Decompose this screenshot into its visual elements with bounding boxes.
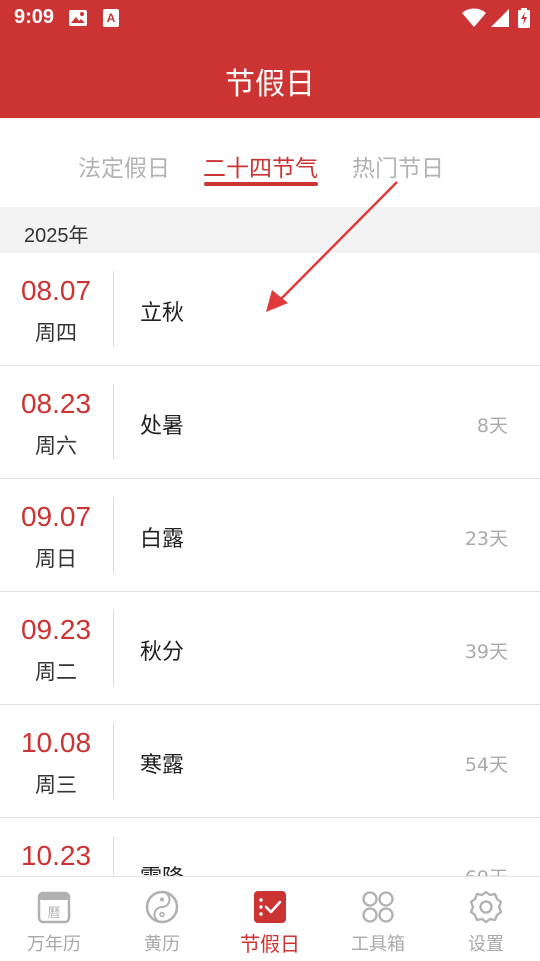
signal-icon xyxy=(490,8,510,32)
solar-term-list[interactable]: 08.07 周四 立秋 08.23 周六 处暑 8天 09.07 周日 白露 2… xyxy=(0,253,540,877)
item-divider xyxy=(113,610,114,686)
app-bar: 节假日 xyxy=(0,36,540,118)
font-notification-icon: A xyxy=(102,8,120,32)
nav-label: 万年历 xyxy=(27,934,81,955)
list-item[interactable]: 09.23 周二 秋分 39天 xyxy=(0,592,540,705)
holiday-checklist-icon xyxy=(253,890,287,924)
tab-popular-festivals[interactable]: 热门节日 xyxy=(352,149,444,183)
year-section-header: 2025年 xyxy=(0,207,540,253)
item-date: 09.07 xyxy=(20,501,92,532)
item-days-until: 8天 xyxy=(476,415,508,437)
item-name: 霜降 xyxy=(140,860,184,877)
page-title: 节假日 xyxy=(225,67,315,102)
item-divider xyxy=(113,723,114,799)
nav-label: 设置 xyxy=(468,934,504,955)
status-bar: 9:09 A xyxy=(0,0,540,36)
nav-label: 黄历 xyxy=(144,934,180,955)
item-date: 09.23 xyxy=(20,614,92,645)
item-divider xyxy=(113,271,114,347)
nav-toolbox[interactable]: 工具箱 xyxy=(324,877,432,961)
list-item[interactable]: 10.08 周三 寒露 54天 xyxy=(0,705,540,818)
item-days-until: 69天 xyxy=(465,863,508,877)
nav-label: 节假日 xyxy=(240,932,300,956)
svg-text:曆: 曆 xyxy=(47,906,60,921)
item-date: 10.08 xyxy=(20,727,92,758)
tab-solar-terms[interactable]: 二十四节气 xyxy=(203,149,318,183)
list-item[interactable]: 10.23 霜降 69天 xyxy=(0,818,540,877)
nav-almanac[interactable]: 黄历 xyxy=(108,877,216,961)
item-divider xyxy=(113,836,114,877)
nav-holidays[interactable]: 节假日 xyxy=(216,877,324,961)
item-date: 08.07 xyxy=(20,275,92,306)
list-item[interactable]: 08.07 周四 立秋 xyxy=(0,253,540,366)
item-divider xyxy=(113,384,114,460)
item-weekday: 周三 xyxy=(35,773,77,797)
gear-icon xyxy=(469,890,503,924)
item-weekday: 周二 xyxy=(35,660,77,684)
list-item[interactable]: 08.23 周六 处暑 8天 xyxy=(0,366,540,479)
item-days-until: 23天 xyxy=(464,528,508,550)
item-date: 10.23 xyxy=(20,840,92,871)
year-label: 2025年 xyxy=(24,225,89,247)
item-name: 处暑 xyxy=(140,414,185,439)
list-item[interactable]: 09.07 周日 白露 23天 xyxy=(0,479,540,592)
wifi-icon xyxy=(462,8,486,32)
item-name: 寒露 xyxy=(140,753,185,778)
battery-icon xyxy=(518,8,530,32)
item-name: 白露 xyxy=(140,527,185,552)
grid-tools-icon xyxy=(361,890,395,924)
gallery-notification-icon xyxy=(68,8,88,32)
active-tab-indicator xyxy=(204,182,318,186)
status-time: 9:09 xyxy=(14,6,55,28)
svg-text:A: A xyxy=(107,11,116,25)
calendar-icon: 曆 xyxy=(37,890,71,924)
nav-calendar[interactable]: 曆 万年历 xyxy=(0,877,108,961)
nav-label: 工具箱 xyxy=(351,934,405,955)
item-name: 秋分 xyxy=(140,640,185,665)
item-divider xyxy=(113,497,114,573)
item-weekday: 周日 xyxy=(35,547,77,571)
item-days-until: 54天 xyxy=(464,754,508,776)
item-days-until: 39天 xyxy=(464,641,508,663)
item-weekday: 周六 xyxy=(35,434,77,458)
item-date: 08.23 xyxy=(20,388,92,419)
item-name: 立秋 xyxy=(140,301,185,326)
category-tabs: 法定假日 二十四节气 热门节日 xyxy=(0,118,540,206)
tab-statutory-holidays[interactable]: 法定假日 xyxy=(78,149,170,183)
item-weekday: 周四 xyxy=(35,321,77,345)
nav-settings[interactable]: 设置 xyxy=(432,877,540,961)
yin-yang-icon xyxy=(145,890,179,924)
bottom-navigation: 曆 万年历 黄历 节假日 工具箱 设置 xyxy=(0,876,540,961)
